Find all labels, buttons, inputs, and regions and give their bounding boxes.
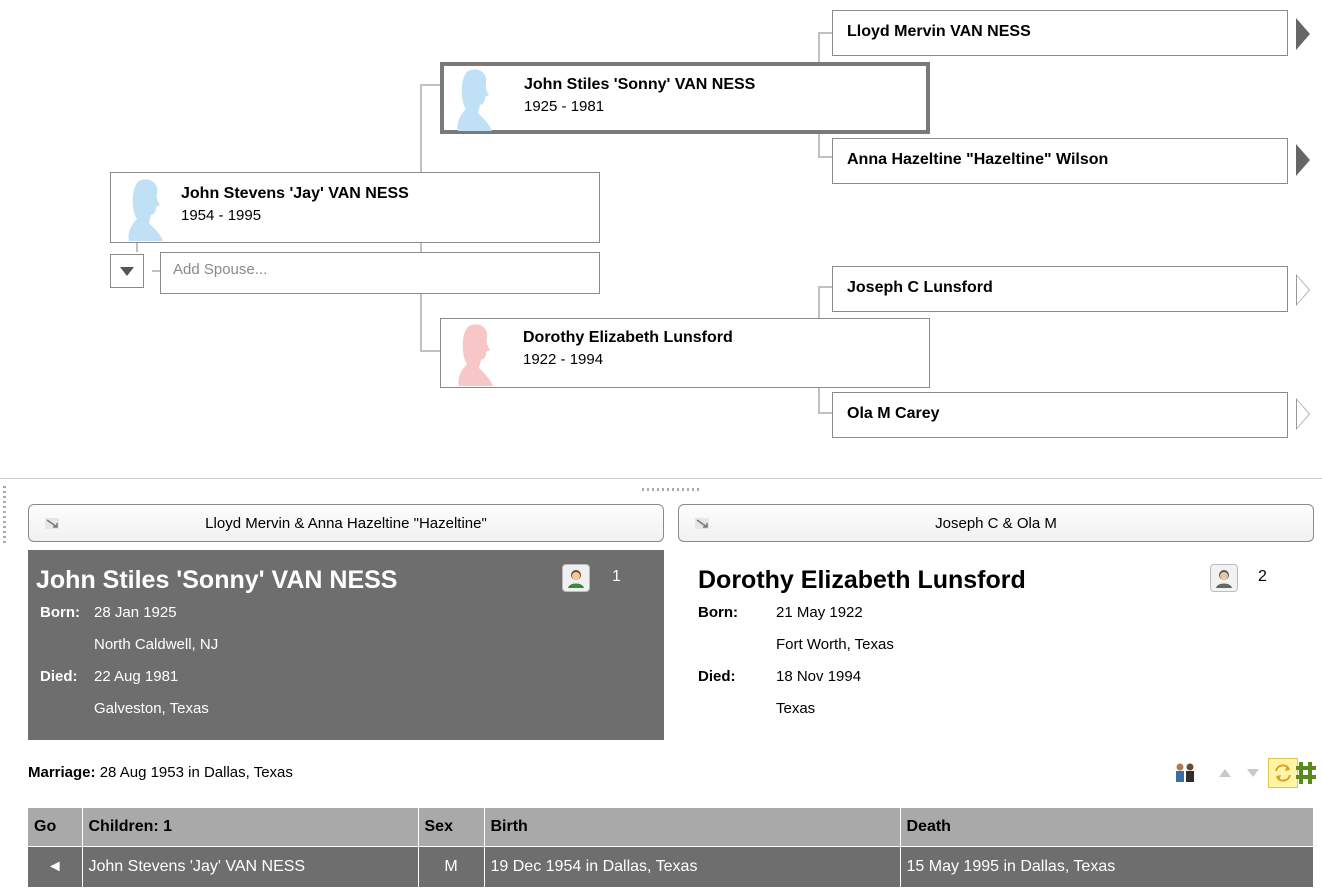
died-place: Galveston, Texas xyxy=(94,700,209,717)
table-row[interactable]: ◄ John Stevens 'Jay' VAN NESS M 19 Dec 1… xyxy=(28,845,1314,887)
wife-name: Dorothy Elizabeth Lunsford xyxy=(698,566,1026,594)
media-count: 1 xyxy=(612,568,621,585)
paternal-grandfather-card[interactable]: Lloyd Mervin VAN NESS xyxy=(832,10,1288,56)
born-label: Born: xyxy=(698,604,738,621)
vertical-splitter-grip[interactable] xyxy=(3,486,6,546)
maternal-grandfather-name: Joseph C Lunsford xyxy=(847,279,993,296)
child-sex: M xyxy=(418,845,485,887)
person-photo-icon xyxy=(568,570,584,588)
child-name: John Stevens 'Jay' VAN NESS xyxy=(82,845,419,887)
born-date: 28 Jan 1925 xyxy=(94,604,177,621)
husband-panel[interactable]: John Stiles 'Sonny' VAN NESS 1 Born: 28 … xyxy=(28,550,664,740)
born-place: North Caldwell, NJ xyxy=(94,636,219,653)
male-silhouette-icon xyxy=(457,69,492,131)
move-down-icon[interactable] xyxy=(1246,768,1260,778)
go-column-header[interactable]: Go xyxy=(28,808,83,846)
spouse-dropdown-button[interactable] xyxy=(110,254,144,288)
father-parents-label: Lloyd Mervin & Anna Hazeltine "Hazeltine… xyxy=(205,515,487,532)
maternal-grandfather-card[interactable]: Joseph C Lunsford xyxy=(832,266,1288,312)
person-photo-icon xyxy=(1216,570,1232,588)
mother-card[interactable]: Dorothy Elizabeth Lunsford 1922 - 1994 xyxy=(440,318,930,388)
female-silhouette-icon xyxy=(458,324,493,386)
expand-right-arrow-icon[interactable] xyxy=(1296,144,1310,176)
move-up-icon[interactable] xyxy=(1218,768,1232,778)
marriage-info[interactable]: Marriage: 28 Aug 1953 in Dallas, Texas xyxy=(28,764,293,781)
mother-parents-label: Joseph C & Ola M xyxy=(935,515,1057,532)
born-label: Born: xyxy=(40,604,80,621)
children-column-header[interactable]: Children: 1 xyxy=(82,808,419,846)
media-count: 2 xyxy=(1258,568,1267,585)
born-place: Fort Worth, Texas xyxy=(776,636,894,653)
father-name: John Stiles 'Sonny' VAN NESS xyxy=(524,76,756,93)
horizontal-splitter-grip[interactable] xyxy=(642,488,702,491)
male-silhouette-icon xyxy=(128,179,163,241)
husband-name: John Stiles 'Sonny' VAN NESS xyxy=(36,566,398,594)
media-button[interactable] xyxy=(1210,564,1238,592)
father-card[interactable]: John Stiles 'Sonny' VAN NESS 1925 - 1981 xyxy=(440,62,930,134)
people-icon[interactable] xyxy=(1172,762,1198,784)
born-date: 21 May 1922 xyxy=(776,604,863,621)
paternal-grandmother-card[interactable]: Anna Hazeltine "Hazeltine" Wilson xyxy=(832,138,1288,184)
add-spouse-field[interactable]: Add Spouse... xyxy=(160,252,600,294)
child-birth: 19 Dec 1954 in Dallas, Texas xyxy=(484,845,901,887)
paternal-grandfather-name: Lloyd Mervin VAN NESS xyxy=(847,23,1031,40)
maternal-grandmother-card[interactable]: Ola M Carey xyxy=(832,392,1288,438)
swap-icon xyxy=(1275,764,1291,782)
died-label: Died: xyxy=(698,668,736,685)
expand-right-arrow-icon[interactable] xyxy=(1296,18,1310,50)
media-button[interactable] xyxy=(562,564,590,592)
mother-name: Dorothy Elizabeth Lunsford xyxy=(523,329,733,346)
death-column-header[interactable]: Death xyxy=(900,808,1314,846)
died-date: 18 Nov 1994 xyxy=(776,668,862,685)
root-person-dates: 1954 - 1995 xyxy=(181,207,262,224)
mother-dates: 1922 - 1994 xyxy=(523,351,604,368)
grid-icon[interactable] xyxy=(1294,760,1318,786)
marriage-label: Marriage: xyxy=(28,764,96,781)
expand-right-arrow-icon[interactable] xyxy=(1296,274,1310,306)
mother-parents-button[interactable]: Joseph C & Ola M xyxy=(678,504,1314,542)
father-parents-button[interactable]: Lloyd Mervin & Anna Hazeltine "Hazeltine… xyxy=(28,504,664,542)
died-date: 22 Aug 1981 xyxy=(94,668,179,685)
father-dates: 1925 - 1981 xyxy=(524,98,605,115)
go-arrow-icon[interactable]: ◄ xyxy=(28,845,83,887)
wife-panel[interactable]: Dorothy Elizabeth Lunsford 2 Born: 21 Ma… xyxy=(678,550,1314,740)
children-table: Go Children: 1 Sex Birth Death ◄ John St… xyxy=(28,808,1314,887)
birth-column-header[interactable]: Birth xyxy=(484,808,901,846)
died-place: Texas xyxy=(776,700,816,717)
expand-right-arrow-icon[interactable] xyxy=(1296,398,1310,430)
child-death: 15 May 1995 in Dallas, Texas xyxy=(900,845,1314,887)
marriage-value: 28 Aug 1953 in Dallas, Texas xyxy=(99,764,293,781)
maternal-grandmother-name: Ola M Carey xyxy=(847,405,940,422)
died-label: Died: xyxy=(40,668,78,685)
root-person-card[interactable]: John Stevens 'Jay' VAN NESS 1954 - 1995 xyxy=(110,172,600,243)
sex-column-header[interactable]: Sex xyxy=(418,808,485,846)
panel-divider[interactable] xyxy=(0,478,1322,479)
root-person-name: John Stevens 'Jay' VAN NESS xyxy=(181,185,409,202)
paternal-grandmother-name: Anna Hazeltine "Hazeltine" Wilson xyxy=(847,151,1109,168)
